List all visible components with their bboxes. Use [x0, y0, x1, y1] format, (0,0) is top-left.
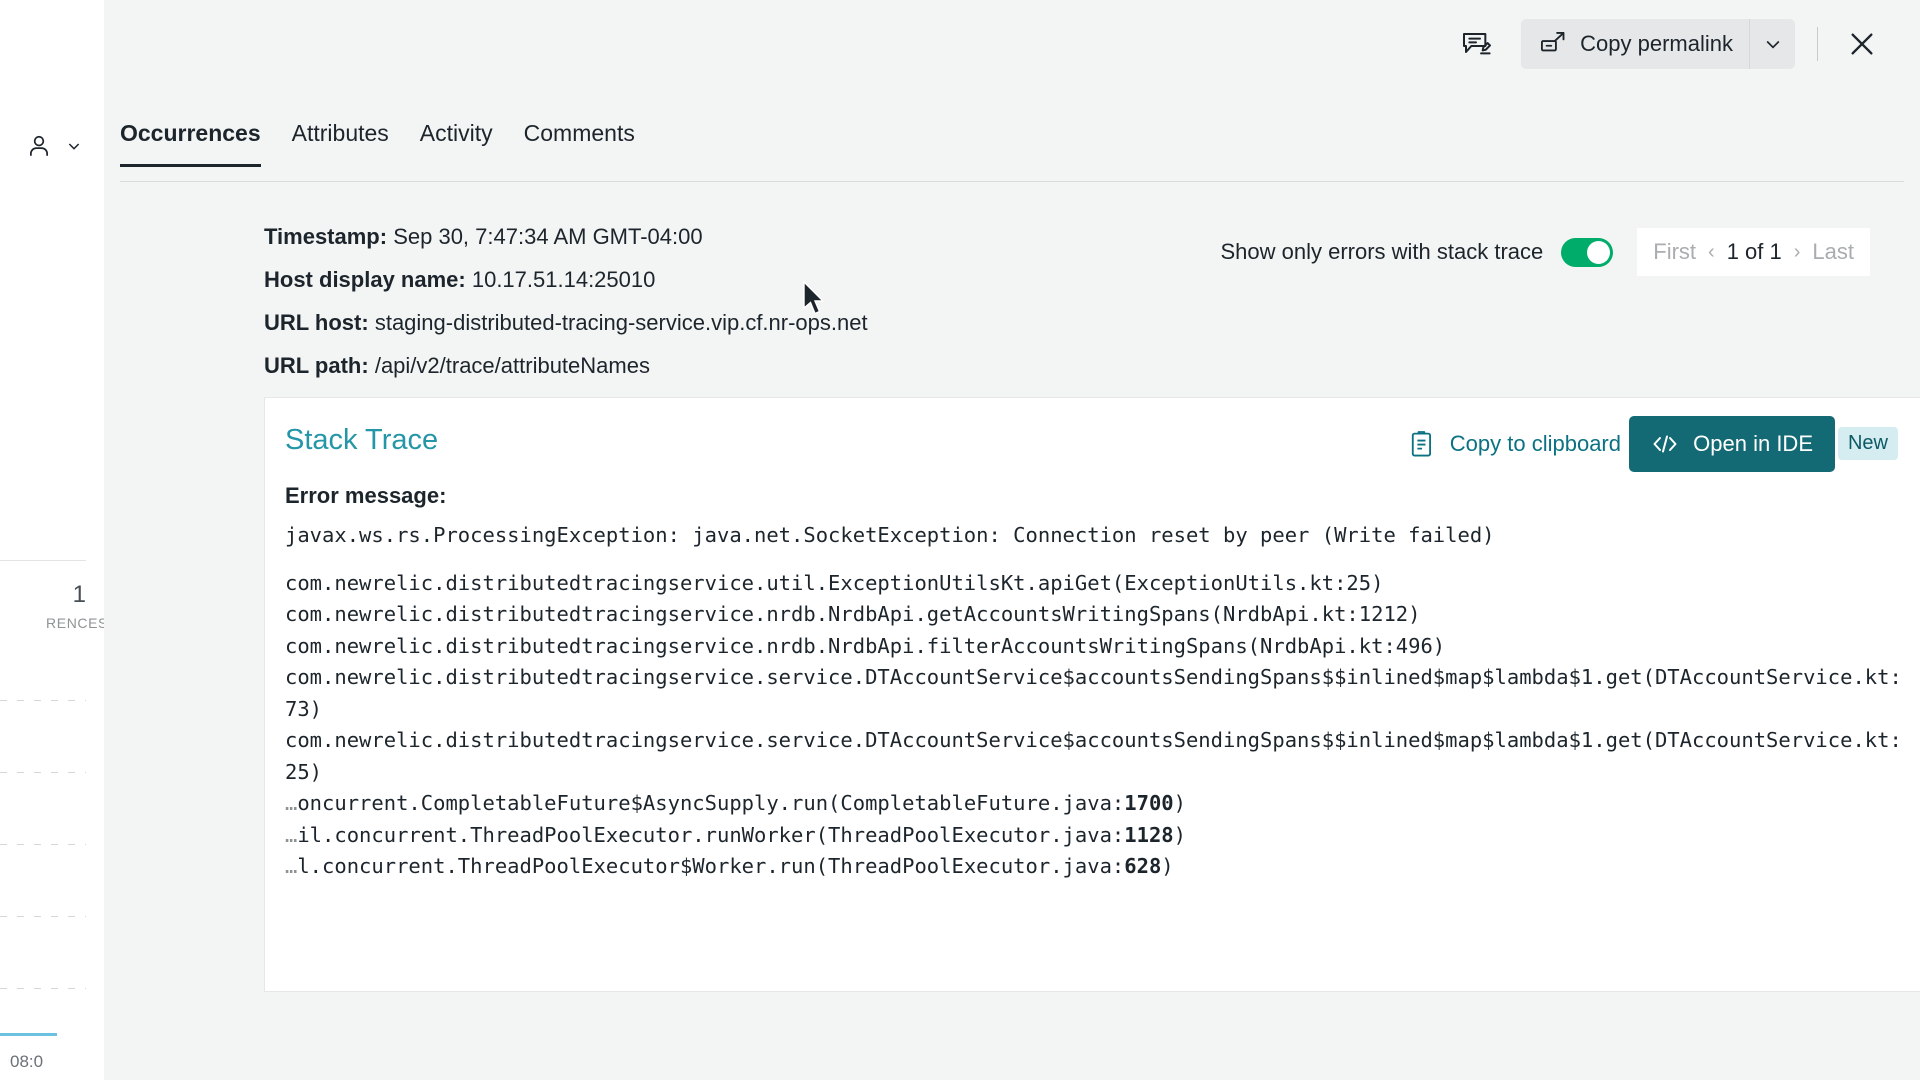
- meta-url-host: URL host: staging-distributed-tracing-se…: [264, 310, 868, 336]
- stack-trace-filter-toggle[interactable]: [1561, 237, 1614, 267]
- grid-line: [0, 844, 86, 845]
- meta-url-path-label: URL path:: [264, 353, 369, 378]
- meta-host-label: Host display name:: [264, 267, 466, 292]
- frame-line-number: 1700: [1124, 791, 1174, 815]
- truncation-ellipsis: …: [285, 791, 298, 815]
- stack-trace-frame: com.newrelic.distributedtracingservice.s…: [285, 728, 1902, 784]
- permalink-dropdown-caret-icon[interactable]: [1749, 19, 1795, 69]
- new-badge: New: [1837, 427, 1898, 460]
- meta-url-host-value: staging-distributed-tracing-service.vip.…: [374, 310, 868, 335]
- stack-trace-frame: com.newrelic.distributedtracingservice.n…: [285, 633, 1446, 658]
- tab-attributes[interactable]: Attributes: [292, 120, 389, 164]
- meta-url-path: URL path: /api/v2/trace/attributeNames: [264, 353, 868, 379]
- stack-trace-frame: com.newrelic.distributedtracingservice.u…: [285, 570, 1384, 595]
- grid-line: [0, 916, 86, 917]
- occurrence-count: 1: [72, 581, 86, 608]
- meta-timestamp: Timestamp: Sep 30, 7:47:34 AM GMT-04:00: [264, 224, 868, 250]
- error-detail-panel: Copy permalink Occurrences Attributes Ac…: [104, 0, 1920, 1080]
- meta-url-path-value: /api/v2/trace/attributeNames: [374, 353, 650, 378]
- close-icon[interactable]: [1840, 22, 1884, 66]
- error-message-text: javax.ws.rs.ProcessingException: java.ne…: [285, 523, 1495, 547]
- clipboard-icon: [1408, 429, 1436, 459]
- stack-trace-frame: com.newrelic.distributedtracingservice.s…: [285, 665, 1902, 721]
- tab-activity[interactable]: Activity: [420, 120, 493, 164]
- stack-trace-card-header: Stack Trace Copy to clipboard Open in ID…: [265, 398, 1920, 494]
- stack-trace-filter-label: Show only errors with stack trace: [1220, 239, 1544, 264]
- axis-time-label: 08:0: [10, 1052, 44, 1071]
- meta-host: Host display name: 10.17.51.14:25010: [264, 267, 868, 293]
- stack-trace-body[interactable]: javax.ws.rs.ProcessingException: java.ne…: [285, 520, 1903, 883]
- background-occurrences-stat: 1 RENCES: [0, 560, 104, 631]
- annotate-comment-icon[interactable]: [1453, 21, 1499, 67]
- open-in-ide-button[interactable]: Open in IDE: [1629, 416, 1835, 472]
- pagination-indicator: 1 of 1: [1726, 239, 1782, 264]
- truncation-ellipsis: …: [285, 822, 298, 847]
- background-page: eption 1 RENCES 08:0: [0, 0, 104, 1080]
- grid-line: [0, 772, 86, 773]
- chart-line: [0, 1033, 57, 1036]
- chevron-left-icon[interactable]: ‹: [1705, 241, 1718, 264]
- truncation-ellipsis: …: [285, 854, 298, 878]
- stack-trace-frame: …il.concurrent.ThreadPoolExecutor.runWor…: [285, 822, 1186, 847]
- chevron-right-icon[interactable]: ›: [1791, 241, 1804, 264]
- occurrence-pagination: First ‹ 1 of 1 › Last: [1637, 228, 1870, 276]
- stack-trace-frame: …l.concurrent.ThreadPoolExecutor$Worker.…: [285, 854, 1174, 878]
- grid-line: [0, 988, 86, 989]
- open-in-ide-label: Open in IDE: [1693, 431, 1813, 456]
- person-icon[interactable]: [26, 133, 52, 159]
- permalink-control-group: Copy permalink: [1521, 19, 1795, 69]
- copy-to-clipboard-label: Copy to clipboard: [1449, 431, 1621, 456]
- panel-toolbar: Copy permalink: [104, 0, 1920, 88]
- copy-permalink-label: Copy permalink: [1580, 31, 1733, 56]
- grid-line: [0, 700, 86, 701]
- trace-spacer: [285, 552, 1903, 568]
- meta-host-value: 10.17.51.14:25010: [471, 267, 656, 292]
- frame-line-number: 628: [1124, 854, 1162, 878]
- background-header: [0, 115, 104, 177]
- external-link-icon: [1539, 30, 1567, 58]
- occurrence-metadata: Timestamp: Sep 30, 7:47:34 AM GMT-04:00 …: [264, 224, 868, 396]
- occurrence-label: RENCES: [46, 615, 104, 631]
- tab-occurrences[interactable]: Occurrences: [120, 120, 261, 167]
- meta-url-host-label: URL host:: [264, 310, 369, 335]
- frame-line-number: 1128: [1124, 822, 1174, 847]
- stack-trace-frame: com.newrelic.distributedtracingservice.n…: [285, 602, 1421, 626]
- error-message-label: Error message:: [285, 483, 447, 508]
- pagination-last-button[interactable]: Last: [1812, 239, 1854, 265]
- meta-timestamp-value: Sep 30, 7:47:34 AM GMT-04:00: [393, 224, 703, 249]
- background-page-title: eption: [0, 232, 104, 265]
- copy-to-clipboard-button[interactable]: Copy to clipboard: [1408, 429, 1621, 459]
- stack-trace-frame: …oncurrent.CompletableFuture$AsyncSupply…: [285, 791, 1186, 815]
- mouse-cursor: [803, 280, 825, 315]
- tab-comments[interactable]: Comments: [524, 120, 635, 164]
- chevron-down-icon[interactable]: [66, 138, 82, 154]
- pagination-first-button[interactable]: First: [1653, 239, 1696, 265]
- stack-trace-title: Stack Trace: [285, 424, 439, 456]
- copy-permalink-button[interactable]: Copy permalink: [1521, 19, 1749, 69]
- occurrence-controls: Show only errors with stack trace First …: [1220, 228, 1870, 276]
- tab-bar: Occurrences Attributes Activity Comments: [120, 120, 1904, 182]
- toolbar-divider: [1817, 27, 1818, 61]
- stack-trace-card: Stack Trace Copy to clipboard Open in ID…: [264, 397, 1920, 992]
- code-brackets-icon: [1651, 433, 1679, 455]
- meta-timestamp-label: Timestamp:: [264, 224, 388, 249]
